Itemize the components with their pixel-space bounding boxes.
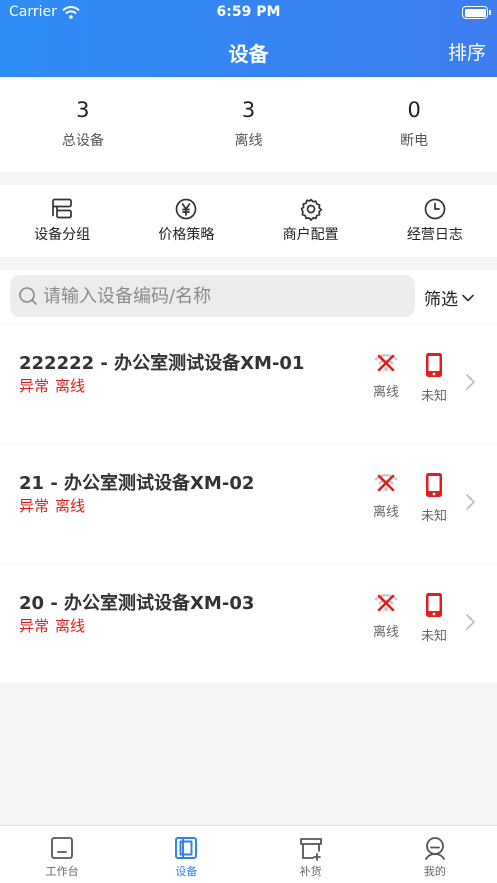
wifi-offline-icon — [374, 354, 398, 372]
top-header: Carrier 6:59 PM 设备 排序 — [0, 0, 497, 77]
wifi-offline-icon — [374, 594, 398, 612]
quick-action-price-strategy[interactable]: 价格策略 — [124, 185, 248, 257]
device-title: 20 - 办公室测试设备XM-03 — [19, 593, 255, 614]
wifi-offline-icon — [374, 474, 398, 492]
search-input[interactable] — [43, 285, 403, 307]
power-status: 未知 — [420, 509, 447, 524]
tab-label: 设备 — [175, 865, 198, 878]
network-status: 离线 — [372, 625, 399, 640]
quick-action-label: 价格策略 — [158, 227, 215, 243]
phone-icon — [426, 593, 442, 617]
tab-device[interactable]: 设备 — [124, 826, 248, 883]
tab-bar: 工作台 设备 补货 我的 — [0, 825, 497, 883]
stat-label: 离线 — [234, 133, 263, 149]
sort-button[interactable]: 排序 — [448, 38, 486, 65]
network-indicator: 离线 — [368, 352, 404, 400]
device-tags: 异常 离线 — [19, 375, 85, 396]
network-status: 离线 — [372, 505, 399, 520]
power-status: 未知 — [420, 629, 447, 644]
device-card[interactable]: 222222 - 办公室测试设备XM-01 异常 离线 离线 未知 — [0, 324, 497, 443]
device-title: 222222 - 办公室测试设备XM-01 — [19, 353, 305, 374]
gear-icon — [300, 198, 322, 221]
quick-action-label: 设备分组 — [34, 227, 91, 243]
power-indicator: 未知 — [416, 592, 452, 644]
battery-icon — [462, 6, 491, 19]
search-bar: 筛选 — [0, 270, 497, 323]
tag-abnormal: 异常 — [19, 497, 50, 515]
tab-restock[interactable]: 补货 — [249, 826, 373, 883]
stat-total-devices[interactable]: 3 总设备 — [0, 77, 166, 172]
device-title: 21 - 办公室测试设备XM-02 — [19, 473, 255, 494]
tab-label: 工作台 — [45, 865, 79, 878]
device-tags: 异常 离线 — [19, 615, 85, 636]
workbench-icon — [51, 837, 74, 859]
chevron-right-icon — [466, 374, 475, 390]
tab-workbench[interactable]: 工作台 — [0, 826, 124, 883]
yen-icon — [176, 198, 197, 220]
tab-label: 补货 — [299, 865, 322, 878]
stat-label: 断电 — [400, 133, 429, 149]
group-icon — [52, 198, 72, 219]
device-card[interactable]: 21 - 办公室测试设备XM-02 异常 离线 离线 未知 — [0, 444, 497, 563]
filter-label: 筛选 — [424, 290, 458, 310]
status-time: 6:59 PM — [216, 4, 281, 20]
chevron-right-icon — [466, 614, 475, 630]
phone-icon — [426, 473, 442, 497]
stat-value: 3 — [241, 98, 256, 122]
filter-button[interactable]: 筛选 — [424, 285, 474, 310]
stat-offline[interactable]: 3 离线 — [166, 77, 332, 172]
quick-action-merchant-config[interactable]: 商户配置 — [249, 185, 373, 257]
tab-label: 我的 — [423, 865, 446, 878]
stat-value: 0 — [407, 98, 421, 122]
quick-action-device-group[interactable]: 设备分组 — [0, 185, 124, 257]
stat-label: 总设备 — [61, 133, 104, 149]
phone-icon — [426, 353, 442, 377]
network-status: 离线 — [372, 385, 399, 400]
page-title: 设备 — [228, 42, 269, 66]
tag-offline: 离线 — [55, 377, 86, 395]
device-list: 222222 - 办公室测试设备XM-01 异常 离线 离线 未知 21 - 办… — [0, 324, 497, 684]
quick-action-label: 经营日志 — [406, 227, 463, 243]
power-indicator: 未知 — [416, 472, 452, 524]
tag-abnormal: 异常 — [19, 377, 50, 395]
clock-icon — [424, 198, 446, 220]
profile-icon — [424, 837, 445, 860]
network-indicator: 离线 — [368, 472, 404, 520]
power-status: 未知 — [420, 389, 447, 404]
search-icon — [19, 287, 37, 305]
quick-actions: 设备分组 价格策略 商户配置 经营日志 — [0, 185, 497, 257]
power-indicator: 未知 — [416, 352, 452, 404]
network-indicator: 离线 — [368, 592, 404, 640]
tag-abnormal: 异常 — [19, 617, 50, 635]
quick-action-label: 商户配置 — [282, 227, 339, 243]
restock-icon — [299, 838, 322, 861]
stat-value: 3 — [76, 98, 90, 122]
tab-profile[interactable]: 我的 — [373, 826, 497, 883]
stat-power-off[interactable]: 0 断电 — [331, 77, 497, 172]
tag-offline: 离线 — [55, 497, 86, 515]
quick-action-business-log[interactable]: 经营日志 — [373, 185, 497, 257]
device-card[interactable]: 20 - 办公室测试设备XM-03 异常 离线 离线 未知 — [0, 564, 497, 683]
chevron-down-icon — [462, 294, 474, 301]
stats-panel: 3 总设备 3 离线 0 断电 — [0, 77, 497, 172]
search-box[interactable] — [10, 275, 415, 317]
device-tags: 异常 离线 — [19, 495, 85, 516]
device-icon — [175, 837, 198, 859]
chevron-right-icon — [466, 494, 475, 510]
status-bar: Carrier 6:59 PM — [0, 0, 497, 26]
tag-offline: 离线 — [55, 617, 86, 635]
